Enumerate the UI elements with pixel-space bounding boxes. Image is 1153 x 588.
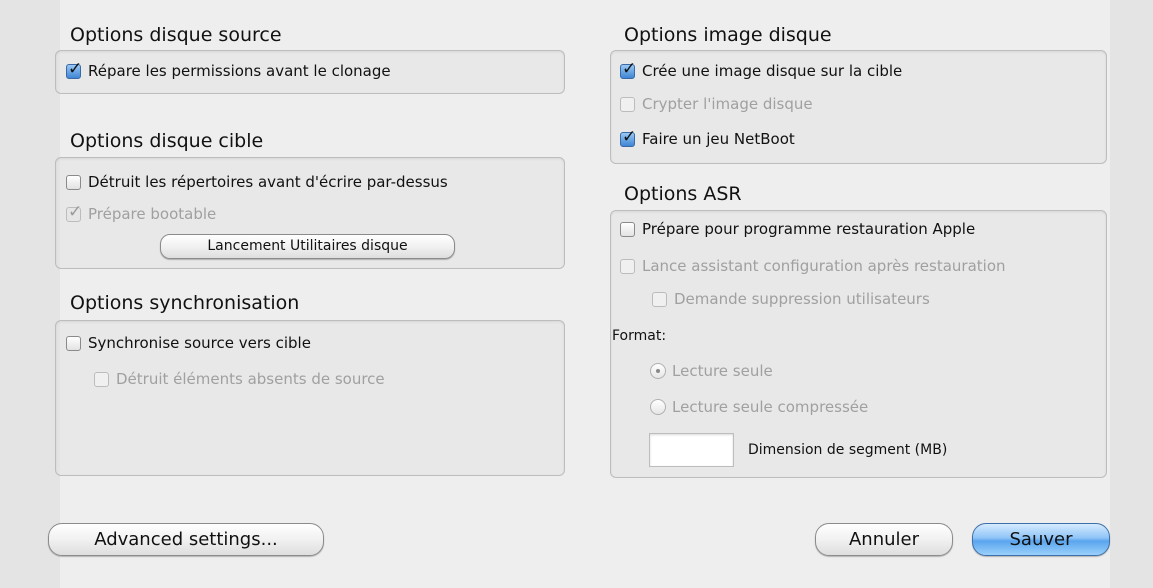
format-read-only-compressed-option: Lecture seule compressée (650, 398, 868, 416)
format-read-only-option: Lecture seule (650, 362, 773, 380)
netboot-label: Faire un jeu NetBoot (642, 130, 795, 148)
read-only-compressed-label: Lecture seule compressée (672, 398, 869, 416)
launch-setup-assistant-label: Lance assistant configuration après rest… (642, 257, 1006, 275)
read-only-radio (650, 363, 666, 379)
source-options-title: Options disque source (70, 24, 282, 46)
netboot-checkbox[interactable] (620, 127, 636, 147)
segment-size-label: Dimension de segment (MB) (748, 442, 948, 458)
cancel-button[interactable]: Annuler (815, 523, 953, 556)
sync-source-checkbox[interactable] (66, 335, 81, 351)
prepare-apple-restore-checkbox[interactable] (620, 221, 635, 237)
netboot-option[interactable]: Faire un jeu NetBoot (620, 127, 795, 148)
erase-dirs-option[interactable]: Détruit les répertoires avant d'écrire p… (66, 173, 448, 191)
erase-dirs-checkbox[interactable] (66, 174, 81, 190)
background-ghost-panel-right (1110, 0, 1153, 588)
ask-delete-users-option: Demande suppression utilisateurs (652, 290, 930, 308)
create-image-option[interactable]: Crée une image disque sur la cible (620, 59, 903, 80)
encrypt-image-label: Crypter l'image disque (642, 95, 813, 113)
delete-absent-option: Détruit éléments absents de source (94, 370, 385, 388)
format-label: Format: (612, 328, 667, 344)
repair-permissions-option[interactable]: Répare les permissions avant le clonage (66, 59, 391, 80)
segment-size-field[interactable] (649, 433, 734, 467)
prepare-apple-restore-option[interactable]: Prépare pour programme restauration Appl… (620, 220, 975, 238)
save-button[interactable]: Sauver (972, 523, 1110, 556)
repair-permissions-checkbox[interactable] (66, 59, 82, 79)
repair-permissions-label: Répare les permissions avant le clonage (88, 62, 391, 80)
create-image-label: Crée une image disque sur la cible (642, 62, 903, 80)
prepare-apple-restore-label: Prépare pour programme restauration Appl… (642, 220, 976, 238)
options-sheet: Options disque source Répare les permiss… (0, 0, 1153, 588)
launch-setup-assistant-checkbox (620, 258, 635, 274)
delete-absent-checkbox (94, 371, 109, 387)
launch-disk-utility-button[interactable]: Lancement Utilitaires disque (160, 234, 455, 259)
encrypt-image-option: Crypter l'image disque (620, 95, 813, 113)
ask-delete-users-label: Demande suppression utilisateurs (674, 290, 930, 308)
segment-size-label-row: Dimension de segment (MB) (748, 442, 947, 458)
create-image-checkbox[interactable] (620, 59, 636, 79)
sync-options-title: Options synchronisation (70, 292, 300, 314)
read-only-label: Lecture seule (672, 362, 773, 380)
prepare-bootable-checkbox (66, 202, 82, 222)
target-options-title: Options disque cible (70, 130, 264, 152)
ask-delete-users-checkbox (652, 291, 667, 307)
read-only-compressed-radio (650, 399, 666, 415)
erase-dirs-label: Détruit les répertoires avant d'écrire p… (88, 173, 448, 191)
asr-options-title: Options ASR (624, 183, 742, 205)
sync-source-option[interactable]: Synchronise source vers cible (66, 334, 311, 352)
background-ghost-panel (0, 0, 60, 588)
encrypt-image-checkbox (620, 96, 635, 112)
sync-source-label: Synchronise source vers cible (88, 334, 311, 352)
advanced-settings-button[interactable]: Advanced settings... (48, 523, 324, 556)
delete-absent-label: Détruit éléments absents de source (116, 370, 385, 388)
image-options-title: Options image disque (624, 24, 832, 46)
launch-setup-assistant-option: Lance assistant configuration après rest… (620, 257, 1006, 275)
prepare-bootable-label: Prépare bootable (88, 205, 217, 223)
prepare-bootable-option: Prépare bootable (66, 202, 217, 223)
